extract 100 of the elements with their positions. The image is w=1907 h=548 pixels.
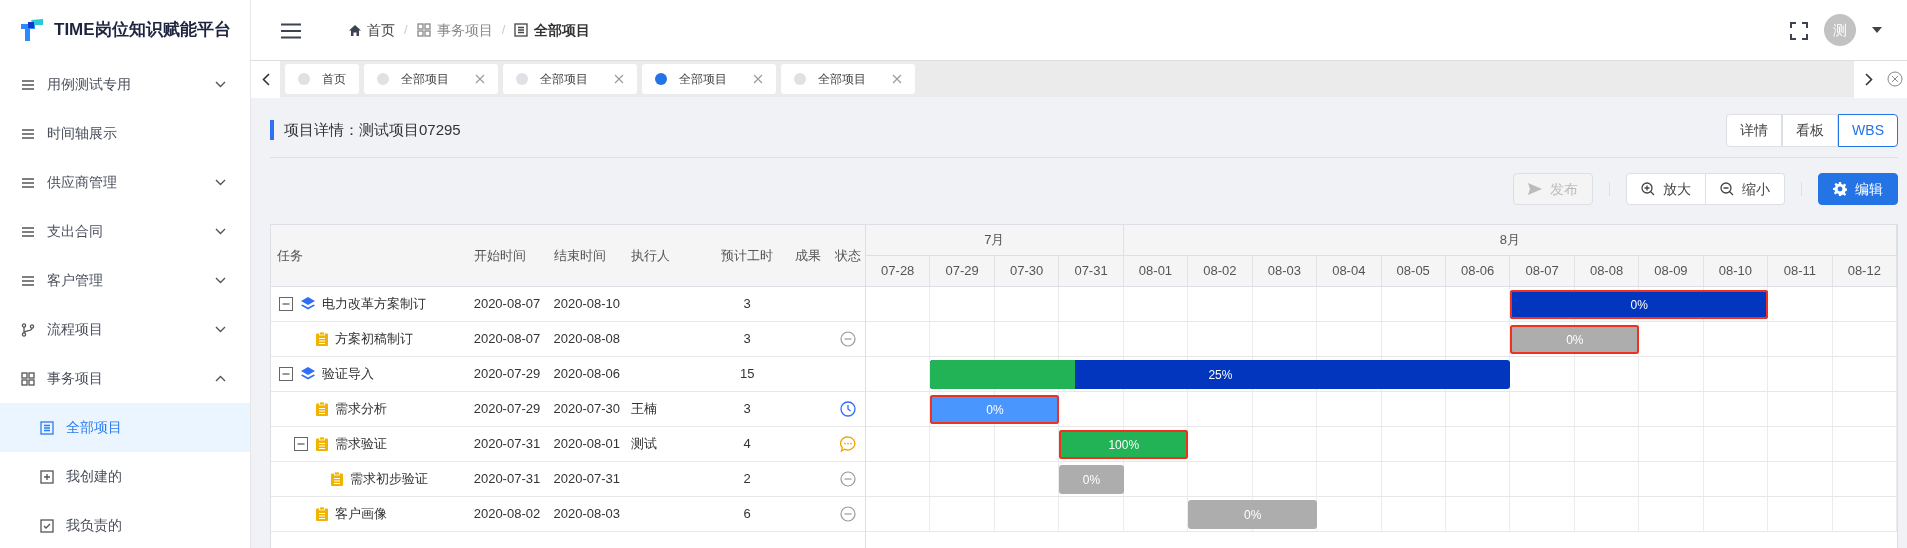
home-icon (349, 24, 361, 36)
zoom-out-button[interactable]: 缩小 (1706, 173, 1785, 205)
date-header: 08-11 (1768, 256, 1833, 286)
grid-icon (21, 371, 35, 386)
sidebar-item[interactable]: 流程项目 (0, 305, 250, 354)
tab[interactable]: 全部项目 (642, 64, 776, 94)
column-header: 结束时间 (553, 246, 607, 265)
sidebar-item[interactable]: 时间轴展示 (0, 109, 250, 158)
sidebar-subitem[interactable]: 我创建的 (0, 452, 250, 501)
plus-box-icon (40, 469, 54, 484)
sidebar-subitem[interactable]: 全部项目 (0, 403, 250, 452)
sidebar-subitem[interactable]: 我负责的 (0, 501, 250, 548)
fullscreen-icon (1790, 21, 1808, 40)
clipboard-icon (316, 402, 328, 416)
collapse-toggle[interactable] (279, 297, 293, 311)
chat-bubble-icon (840, 436, 856, 452)
caret-down-icon[interactable] (1872, 27, 1882, 33)
branch-icon (21, 322, 35, 337)
zoom-in-icon (1641, 182, 1655, 196)
tab[interactable]: 全部项目 (503, 64, 637, 94)
estimated-hours: 4 (743, 436, 751, 452)
close-icon[interactable] (475, 74, 485, 84)
progress-label: 0% (986, 401, 1004, 419)
close-icon[interactable] (614, 74, 624, 84)
date-header: 08-02 (1188, 256, 1253, 286)
app-title: TIME岗位知识赋能平台 (54, 19, 231, 42)
close-all-button[interactable] (1883, 60, 1907, 98)
progress-label: 0% (1243, 506, 1262, 524)
chevron-right-icon (1864, 72, 1873, 86)
start-date: 2020-08-07 (473, 331, 541, 347)
list-icon (21, 274, 35, 287)
estimated-hours: 3 (743, 401, 751, 417)
minus-circle-icon (840, 506, 856, 522)
breadcrumb-separator: / (404, 21, 408, 40)
scroll-left-button[interactable] (251, 60, 280, 98)
end-date: 2020-08-08 (553, 331, 621, 347)
progress-label: 0% (1630, 296, 1648, 314)
clock-icon (840, 401, 856, 417)
date-header: 08-07 (1510, 256, 1575, 286)
start-date: 2020-07-31 (473, 471, 541, 487)
page-title: 项目详情：测试项目07295 (270, 120, 461, 140)
sidebar-item[interactable]: 用例测试专用 (0, 60, 250, 109)
date-header: 08-06 (1445, 256, 1511, 286)
breadcrumb-link[interactable]: 事务项目 (416, 19, 493, 41)
menu-button[interactable] (281, 22, 301, 39)
task-name[interactable]: 客户画像 (335, 504, 387, 524)
estimated-hours: 3 (743, 296, 751, 312)
task-name[interactable]: 需求分析 (335, 399, 387, 419)
assignee: 测试 (631, 436, 658, 452)
collapse-toggle[interactable] (279, 367, 293, 381)
date-header: 08-05 (1381, 256, 1446, 286)
end-date: 2020-08-06 (553, 366, 621, 382)
breadcrumb-link[interactable]: 首页 (349, 19, 395, 41)
task-name[interactable]: 电力改革方案制订 (322, 294, 426, 314)
task-name[interactable]: 需求初步验证 (350, 469, 428, 489)
month-header: 8月 (1123, 225, 1897, 256)
chevron-left-icon (261, 72, 270, 86)
tab[interactable]: 全部项目 (364, 64, 498, 94)
close-icon[interactable] (753, 74, 763, 84)
document-icon (40, 420, 54, 435)
sidebar-item[interactable]: 事务项目 (0, 354, 250, 403)
close-icon[interactable] (892, 74, 902, 84)
end-date: 2020-08-10 (553, 296, 621, 312)
view-tab[interactable]: 详情 (1726, 113, 1783, 147)
progress-label: 25% (1208, 366, 1233, 384)
view-tab[interactable]: 看板 (1782, 113, 1839, 147)
sidebar-item[interactable]: 供应商管理 (0, 158, 250, 207)
clipboard-icon (316, 332, 328, 346)
start-date: 2020-07-29 (473, 401, 541, 417)
collapse-toggle[interactable] (294, 437, 308, 451)
clipboard-icon (331, 472, 343, 486)
send-icon (1528, 183, 1542, 195)
date-header: 08-04 (1317, 256, 1382, 286)
edit-button[interactable]: 编辑 (1818, 173, 1898, 205)
gear-icon (1833, 182, 1847, 196)
logo-icon (21, 19, 45, 41)
tab[interactable]: 全部项目 (781, 64, 915, 94)
close-circle-icon (1887, 71, 1903, 87)
tab[interactable]: 首页 (285, 64, 359, 94)
date-header: 07-28 (866, 256, 931, 286)
date-header: 07-30 (994, 256, 1060, 286)
progress-label: 0% (1082, 471, 1101, 489)
clipboard-icon (316, 437, 328, 451)
date-header: 08-01 (1123, 256, 1189, 286)
date-header: 07-31 (1059, 256, 1124, 286)
end-date: 2020-08-01 (553, 436, 621, 452)
column-header: 开始时间 (473, 246, 527, 265)
zoom-in-button[interactable]: 放大 (1626, 173, 1706, 205)
start-date: 2020-08-07 (473, 296, 541, 312)
view-tab[interactable]: WBS (1838, 113, 1898, 147)
date-header: 08-03 (1252, 256, 1318, 286)
sidebar-item[interactable]: 客户管理 (0, 256, 250, 305)
task-name[interactable]: 方案初稿制订 (335, 329, 413, 349)
task-name[interactable]: 验证导入 (322, 364, 374, 384)
column-header: 状态 (834, 246, 863, 265)
sidebar-item[interactable]: 支出合同 (0, 207, 250, 256)
estimated-hours: 6 (743, 506, 751, 522)
fullscreen-button[interactable] (1790, 21, 1808, 40)
task-name[interactable]: 需求验证 (335, 434, 387, 454)
scroll-right-button[interactable] (1854, 60, 1883, 98)
